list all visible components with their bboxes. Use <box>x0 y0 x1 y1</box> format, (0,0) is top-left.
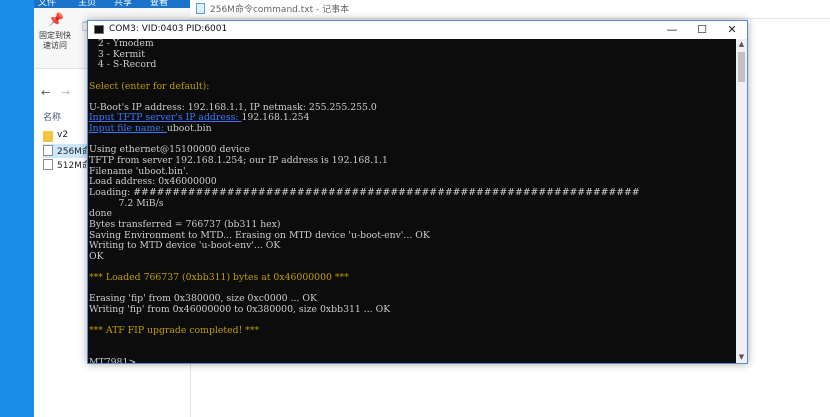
terminal-line-text: 2 - Ymodem <box>89 39 154 49</box>
terminal-line: Writing 'fip' from 0x46000000 to 0x38000… <box>88 304 736 316</box>
terminal-line: *** ATF FIP upgrade completed! *** <box>88 325 736 337</box>
scroll-thumb[interactable] <box>738 52 745 82</box>
terminal-line-text: TFTP from server 192.168.1.254; our IP a… <box>89 155 388 167</box>
list-item-label: 512M命 <box>57 161 91 171</box>
terminal-line-value: uboot.bin <box>166 123 212 135</box>
notepad-title-bar[interactable]: 256M命令command.txt - 记事本 <box>190 0 830 19</box>
terminal-line-text: Select (enter for default): <box>89 80 210 92</box>
column-header-name[interactable]: 名称 <box>43 110 61 123</box>
close-button[interactable]: ✕ <box>717 21 747 39</box>
terminal-line-text: Loading: ###############################… <box>89 186 640 198</box>
terminal-line: OK <box>88 250 736 263</box>
terminal-line: 4 - S-Record <box>88 59 736 71</box>
terminal-line: 7.2 MiB/s <box>88 197 736 210</box>
console-window: COM3: VID:0403 PID:6001 — ☐ ✕ 2 - Ymodem… <box>87 20 748 364</box>
terminal-line-text: MT7981> <box>89 357 137 363</box>
desktop-left-strip <box>0 0 34 417</box>
notepad-title: 256M命令command.txt - 记事本 <box>210 5 350 15</box>
tab-share[interactable]: 共享 <box>114 0 132 8</box>
terminal-line-text: Input file name: <box>89 123 167 135</box>
terminal-line-text: Writing to MTD device 'u-boot-env'... OK <box>89 240 281 252</box>
terminal-line: Input file name: uboot.bin <box>88 123 736 135</box>
maximize-button[interactable]: ☐ <box>687 21 717 39</box>
folder-icon <box>43 131 53 142</box>
terminal-output[interactable]: 2 - Ymodem 3 - Kermit 4 - S-Record Select… <box>88 39 736 363</box>
terminal-line-text: Using ethernet@15100000 device <box>89 144 250 156</box>
console-title: COM3: VID:0403 PID:6001 <box>109 24 228 34</box>
pin-quick-access-button[interactable]: 📌 固定到快速访问 <box>36 14 74 51</box>
terminal-line-text: *** ATF FIP upgrade completed! *** <box>89 325 260 337</box>
notepad-icon <box>196 3 205 14</box>
terminal-line-text: Input TFTP server's IP address: <box>89 112 242 124</box>
tab-view[interactable]: 查看 <box>150 0 168 8</box>
document-icon <box>43 145 53 156</box>
tab-file[interactable]: 文件 <box>38 0 56 8</box>
terminal-line-text: Load address: 0x46000000 <box>89 176 217 188</box>
minimize-button[interactable]: — <box>657 21 687 39</box>
console-title-bar[interactable]: COM3: VID:0403 PID:6001 — ☐ ✕ <box>88 21 747 39</box>
terminal-line-value: 192.168.1.254 <box>241 112 310 124</box>
terminal-icon <box>94 25 104 34</box>
tab-home[interactable]: 主页 <box>78 0 96 8</box>
terminal-line-text: Writing 'fip' from 0x46000000 to 0x38000… <box>89 304 391 316</box>
ribbon-tabs: 文件 主页 共享 查看 <box>34 0 190 8</box>
scroll-down-icon[interactable]: ▼ <box>736 352 747 363</box>
forward-arrow-icon[interactable]: → <box>61 86 70 99</box>
list-item-label: v2 <box>57 130 69 140</box>
pin-icon: 📌 <box>48 13 65 28</box>
terminal-line: Select (enter for default): <box>88 80 736 93</box>
vertical-scrollbar[interactable]: ▲ ▼ <box>736 39 747 363</box>
terminal-line-text: U-Boot's IP address: 192.168.1.1, IP net… <box>89 101 377 113</box>
terminal-line-text: done <box>89 208 113 220</box>
terminal-line: 3 - Kermit <box>88 48 736 61</box>
terminal-line-text: Saving Environment to MTD... Erasing on … <box>89 229 430 241</box>
back-arrow-icon[interactable]: ← <box>41 86 50 99</box>
terminal-line-text: 7.2 MiB/s <box>89 197 164 209</box>
terminal-line: MT7981> <box>88 357 736 363</box>
terminal-line-text: Filename 'uboot.bin'. <box>89 165 189 177</box>
terminal-line: Writing to MTD device 'u-boot-env'... OK <box>88 240 736 252</box>
scroll-up-icon[interactable]: ▲ <box>736 39 747 50</box>
terminal-line: Loading: ###############################… <box>88 186 736 199</box>
terminal-line: 2 - Ymodem <box>88 39 736 50</box>
terminal-line-text: 4 - S-Record <box>89 59 157 71</box>
terminal-line-text: Erasing 'fip' from 0x380000, size 0xc000… <box>89 293 317 305</box>
terminal-line-text: 3 - Kermit <box>89 48 145 60</box>
document-icon <box>43 159 53 170</box>
terminal-line: *** Loaded 766737 (0xbb311) bytes at 0x4… <box>88 272 736 284</box>
pin-label: 固定到快速访问 <box>39 31 71 50</box>
list-item-label: 256M命 <box>57 147 91 157</box>
terminal-line-text: *** Loaded 766737 (0xbb311) bytes at 0x4… <box>89 272 349 284</box>
terminal-line-text: OK <box>89 250 104 262</box>
terminal-line-text: Bytes transferred = 766737 (bb311 hex) <box>89 218 281 230</box>
